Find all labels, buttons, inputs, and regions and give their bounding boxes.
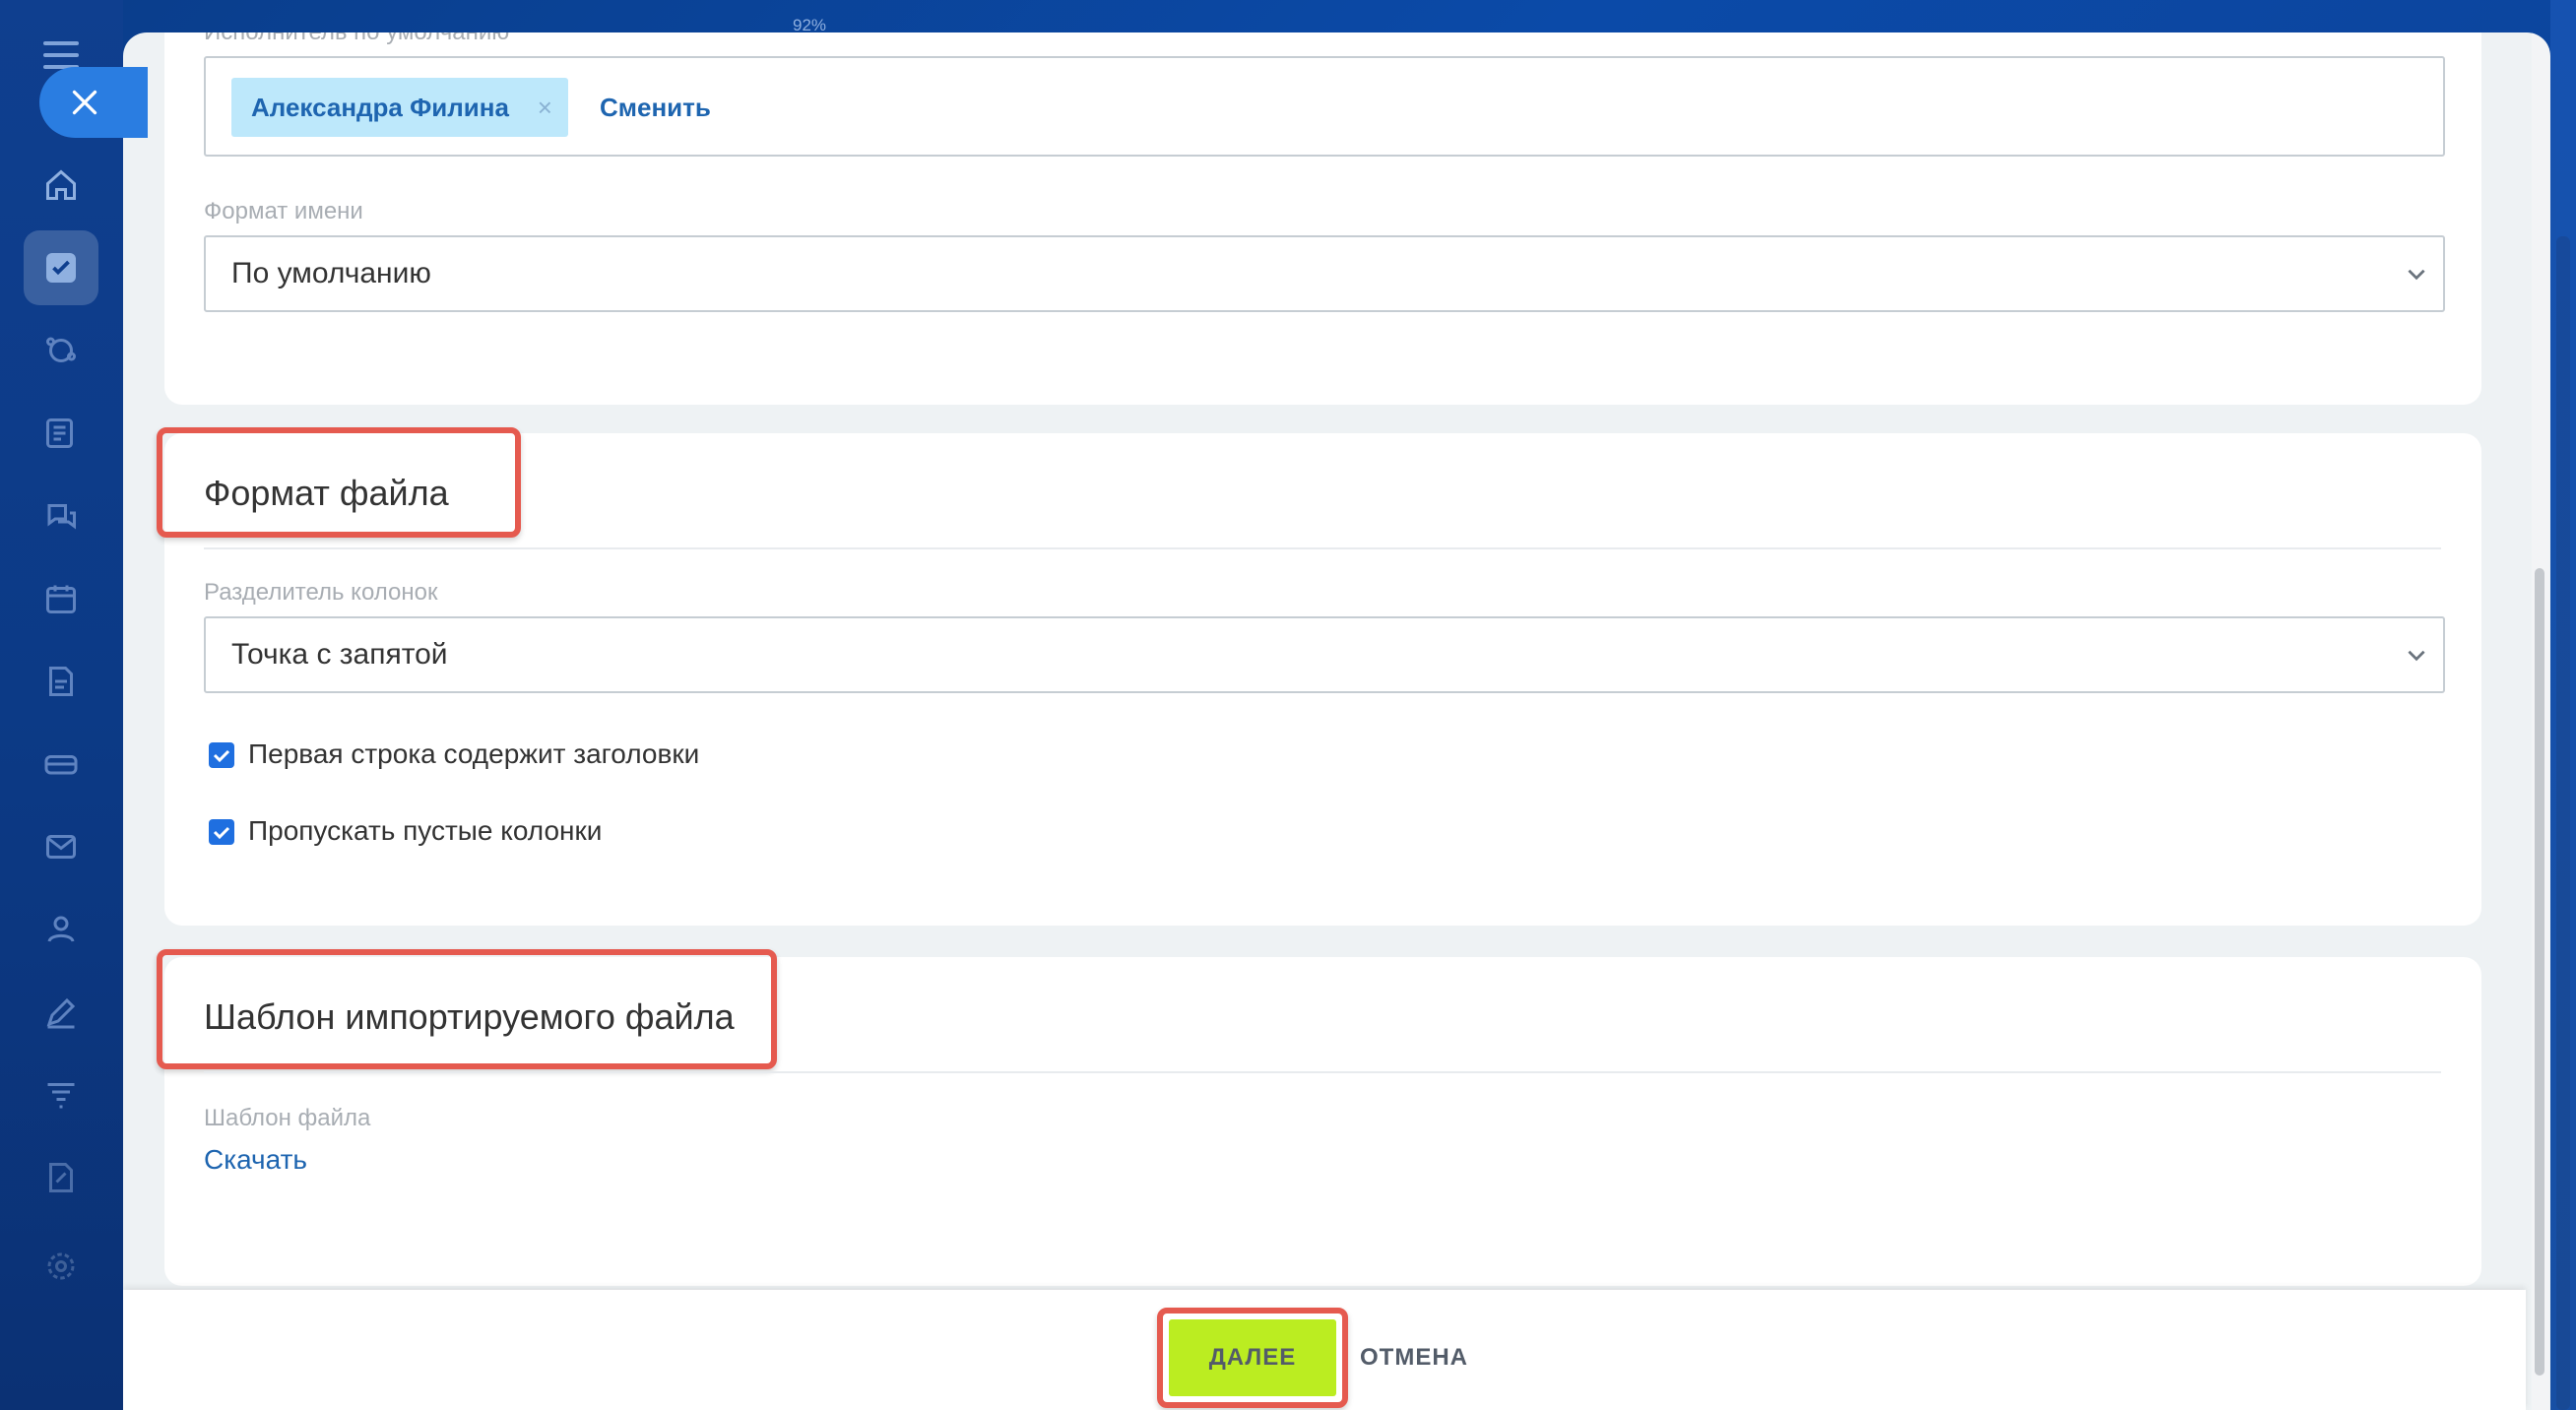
template-card: Шаблон импортируемого файла Шаблон файла…	[157, 949, 2481, 1286]
assignee-name: Александра Филина	[251, 93, 509, 122]
chevron-down-icon	[2408, 269, 2425, 281]
assignee-card: Исполнитель по умолчанию Александра Фили…	[164, 32, 2481, 405]
footer-actions: ДАЛЕЕ ОТМЕНА	[123, 1290, 2526, 1410]
tasks-icon[interactable]	[24, 230, 98, 305]
filter-icon[interactable]	[24, 1058, 98, 1132]
name-format-value: По умолчанию	[231, 257, 431, 289]
calendar-icon[interactable]	[24, 561, 98, 636]
remove-assignee-icon[interactable]: ×	[538, 78, 552, 137]
close-icon	[72, 90, 97, 115]
name-format-label: Формат имени	[204, 198, 363, 224]
left-navigation	[0, 0, 123, 1410]
skip-empty-label: Пропускать пустые колонки	[248, 815, 603, 846]
sign-icon[interactable]	[24, 975, 98, 1050]
cancel-button[interactable]: ОТМЕНА	[1354, 1319, 1474, 1396]
scrollbar-thumb[interactable]	[2535, 568, 2544, 1376]
assignee-chip: Александра Филина ×	[231, 78, 568, 137]
edit-doc-icon[interactable]	[24, 1140, 98, 1215]
skip-empty-checkbox[interactable]	[209, 819, 234, 845]
close-slider-button[interactable]	[39, 67, 148, 138]
name-format-select[interactable]: По умолчанию	[204, 235, 2445, 312]
scrollbar[interactable]	[2532, 32, 2549, 1410]
highlight-frame	[157, 949, 777, 1069]
separator-label: Разделитель колонок	[204, 579, 438, 606]
chevron-down-icon	[2408, 650, 2425, 662]
mail-icon[interactable]	[24, 809, 98, 884]
download-template-link[interactable]: Скачать	[204, 1144, 307, 1176]
change-assignee-link[interactable]: Сменить	[600, 78, 711, 137]
home-icon[interactable]	[24, 148, 98, 223]
menu-icon[interactable]	[43, 41, 79, 69]
separator-value: Точка с запятой	[231, 638, 448, 671]
settings-icon[interactable]	[24, 1229, 98, 1304]
check-icon	[213, 826, 230, 840]
divider	[204, 1071, 2441, 1073]
drive-icon[interactable]	[24, 727, 98, 801]
template-label: Шаблон файла	[204, 1105, 371, 1131]
file-format-card: Формат файла Разделитель колонок Точка с…	[157, 427, 2481, 926]
chat-icon[interactable]	[24, 479, 98, 553]
crm-icon[interactable]	[24, 313, 98, 388]
document-icon[interactable]	[24, 644, 98, 719]
divider	[204, 547, 2441, 549]
feed-icon[interactable]	[24, 396, 98, 471]
contacts-icon[interactable]	[24, 892, 98, 967]
assignee-label: Исполнитель по умолчанию	[204, 32, 509, 46]
window-edge	[2550, 0, 2576, 1410]
assignee-field[interactable]: Александра Филина × Сменить	[204, 56, 2445, 157]
highlight-frame	[157, 427, 521, 538]
import-settings-panel: Исполнитель по умолчанию Александра Фили…	[123, 32, 2550, 1410]
next-button[interactable]: ДАЛЕЕ	[1169, 1319, 1336, 1396]
check-icon	[213, 749, 230, 763]
separator-select[interactable]: Точка с запятой	[204, 616, 2445, 693]
header-row-checkbox[interactable]	[209, 742, 234, 768]
header-row-label: Первая строка содержит заголовки	[248, 738, 700, 769]
